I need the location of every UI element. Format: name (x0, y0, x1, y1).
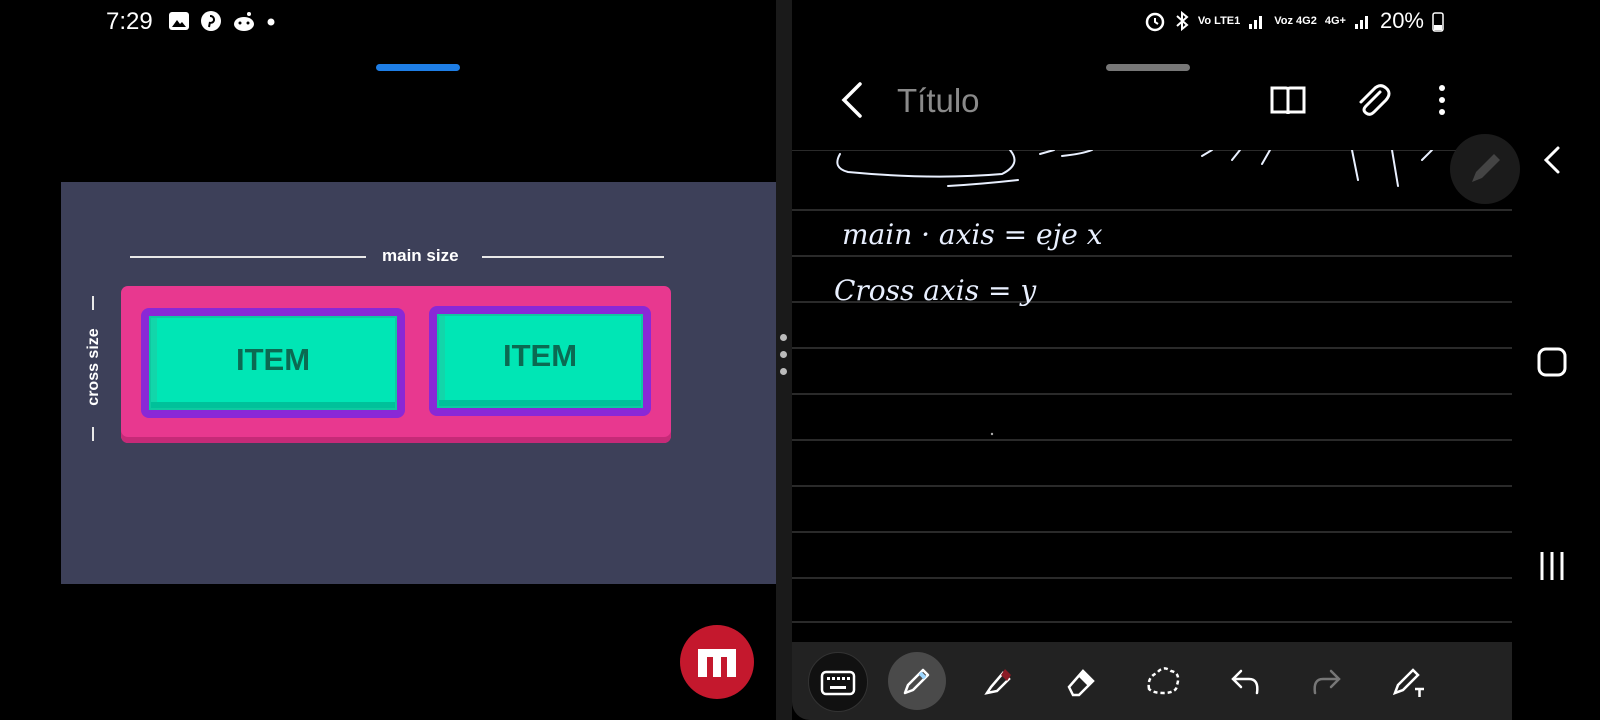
left-app-pane: 7:29 main size cross size ITEM ITEM (0, 0, 776, 720)
flex-item-label: ITEM (235, 342, 311, 377)
eraser-icon[interactable] (1052, 652, 1110, 710)
network-label-1: Vo LTE1 (1197, 14, 1241, 27)
reddit-icon (234, 12, 254, 31)
note-title[interactable]: Título (897, 82, 980, 120)
signal-icon (1249, 16, 1263, 29)
handwriting-line-1: main · axis = eje x (842, 218, 1103, 251)
cross-size-line-bottom (92, 427, 94, 441)
status-time: 7:29 (106, 8, 153, 35)
pen-settings-icon[interactable] (1380, 652, 1438, 710)
network-label-2: Voz 4G2 (1274, 14, 1317, 27)
cross-size-line-top (92, 296, 94, 310)
flex-item-1: ITEM (141, 308, 405, 418)
battery-percent: 20% (1379, 8, 1424, 33)
flex-container-illustration: ITEM ITEM (121, 286, 671, 443)
flex-item-2: ITEM (429, 306, 651, 416)
main-size-line-right (482, 256, 664, 258)
status-notification-icons (168, 10, 276, 32)
cross-size-indicator: cross size (82, 296, 104, 441)
signal-icon-2 (1354, 16, 1368, 29)
battery-charging-icon (1432, 12, 1444, 32)
handwriting-line-2: Cross axis = y (834, 274, 1037, 307)
cross-size-label: cross size (85, 328, 102, 406)
main-size-label: main size (382, 246, 459, 265)
alarm-icon (1145, 12, 1165, 32)
highlighter-icon[interactable] (970, 652, 1028, 710)
book-view-icon[interactable] (1268, 80, 1308, 120)
window-drag-handle[interactable] (376, 64, 460, 71)
keyboard-icon[interactable] (808, 652, 868, 712)
note-canvas[interactable]: main · axis = eje x Cross axis = y (792, 150, 1512, 630)
pen-icon[interactable] (888, 652, 946, 710)
right-app-pane: Vo LTE1 Voz 4G2 4G+ 20% Título main · ax… (792, 0, 1600, 720)
divider-handle[interactable] (780, 334, 788, 385)
more-options-icon[interactable] (1422, 80, 1462, 120)
redo-icon[interactable] (1298, 652, 1356, 710)
more-notifications-dot-icon (267, 18, 275, 26)
back-nav-icon[interactable] (1532, 140, 1572, 180)
logo-mark (698, 649, 736, 677)
main-size-indicator: main size (130, 242, 664, 265)
main-size-line-left (130, 256, 366, 258)
home-nav-icon[interactable] (1532, 342, 1572, 382)
undo-icon[interactable] (1216, 652, 1274, 710)
network-label-3: 4G+ (1324, 14, 1346, 27)
floating-pen-button[interactable] (1450, 134, 1520, 204)
attach-icon[interactable] (1352, 80, 1392, 120)
system-nav-bar (1512, 0, 1600, 720)
pinterest-icon (201, 11, 221, 31)
lasso-select-icon[interactable] (1134, 652, 1192, 710)
drawing-toolbar (792, 642, 1512, 720)
pen-fab-icon (1472, 154, 1500, 182)
bluetooth-icon (1176, 10, 1189, 32)
flex-item-label: ITEM (502, 338, 578, 373)
status-bar-right: Vo LTE1 Voz 4G2 4G+ 20% (1144, 8, 1444, 34)
window-drag-handle[interactable] (1106, 64, 1190, 71)
gallery-icon (169, 12, 189, 30)
udemy-like-logo-icon[interactable] (680, 625, 754, 699)
recents-nav-icon[interactable] (1532, 546, 1572, 586)
back-arrow-icon[interactable] (834, 78, 874, 122)
